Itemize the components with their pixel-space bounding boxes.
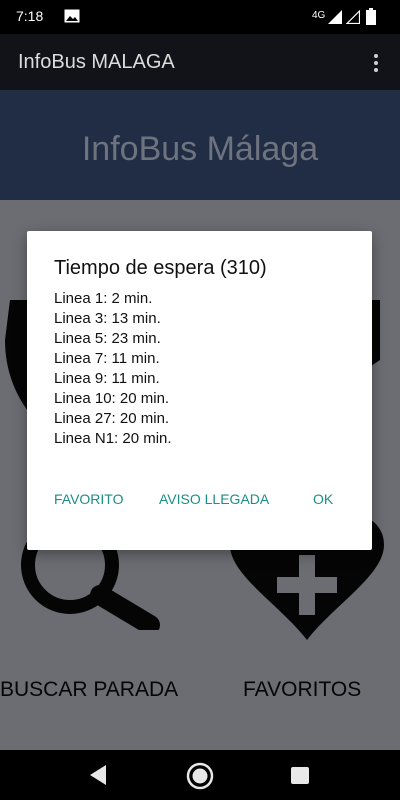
arrival-line: Linea 10: 20 min. <box>54 390 170 407</box>
header-banner: InfoBus Málaga <box>0 90 400 200</box>
wait-time-dialog: Tiempo de espera (310) Linea 1: 2 min. L… <box>27 231 372 550</box>
status-time: 7:18 <box>16 8 44 24</box>
network-type: 4G <box>312 10 326 21</box>
ok-button[interactable]: OK <box>313 491 333 507</box>
arrival-line: Linea 3: 13 min. <box>54 310 161 327</box>
arrival-line: Linea 1: 2 min. <box>54 290 153 307</box>
image-notification-icon <box>64 9 80 23</box>
aviso-llegada-button[interactable]: AVISO LLEGADA <box>159 491 269 507</box>
battery-icon <box>366 8 376 25</box>
signal-icon <box>328 10 342 24</box>
navigation-bar <box>0 750 400 800</box>
tile-label-buscar-parada[interactable]: BUSCAR PARADA <box>0 678 178 702</box>
home-icon[interactable] <box>186 762 214 790</box>
banner-title: InfoBus Málaga <box>81 130 319 168</box>
app-title: InfoBus MALAGA <box>18 51 175 73</box>
signal-empty-icon <box>346 10 360 24</box>
status-bar: 7:18 4G <box>0 0 400 34</box>
recents-icon[interactable] <box>291 767 309 784</box>
app-bar: InfoBus MALAGA <box>0 34 400 90</box>
favorito-button[interactable]: FAVORITO <box>54 491 124 507</box>
tile-label-favoritos[interactable]: FAVORITOS <box>243 678 361 702</box>
arrival-line: Linea 27: 20 min. <box>54 410 170 427</box>
arrival-line: Linea 5: 23 min. <box>54 330 161 347</box>
arrival-line: Linea N1: 20 min. <box>54 430 172 447</box>
arrival-line: Linea 7: 11 min. <box>54 350 160 367</box>
more-vert-icon[interactable] <box>366 52 386 74</box>
dialog-title: Tiempo de espera (310) <box>54 257 267 279</box>
back-icon[interactable] <box>88 764 108 786</box>
arrival-line: Linea 9: 11 min. <box>54 370 160 387</box>
arrival-times-list: Linea 1: 2 min. Linea 3: 13 min. Linea 5… <box>54 289 354 449</box>
